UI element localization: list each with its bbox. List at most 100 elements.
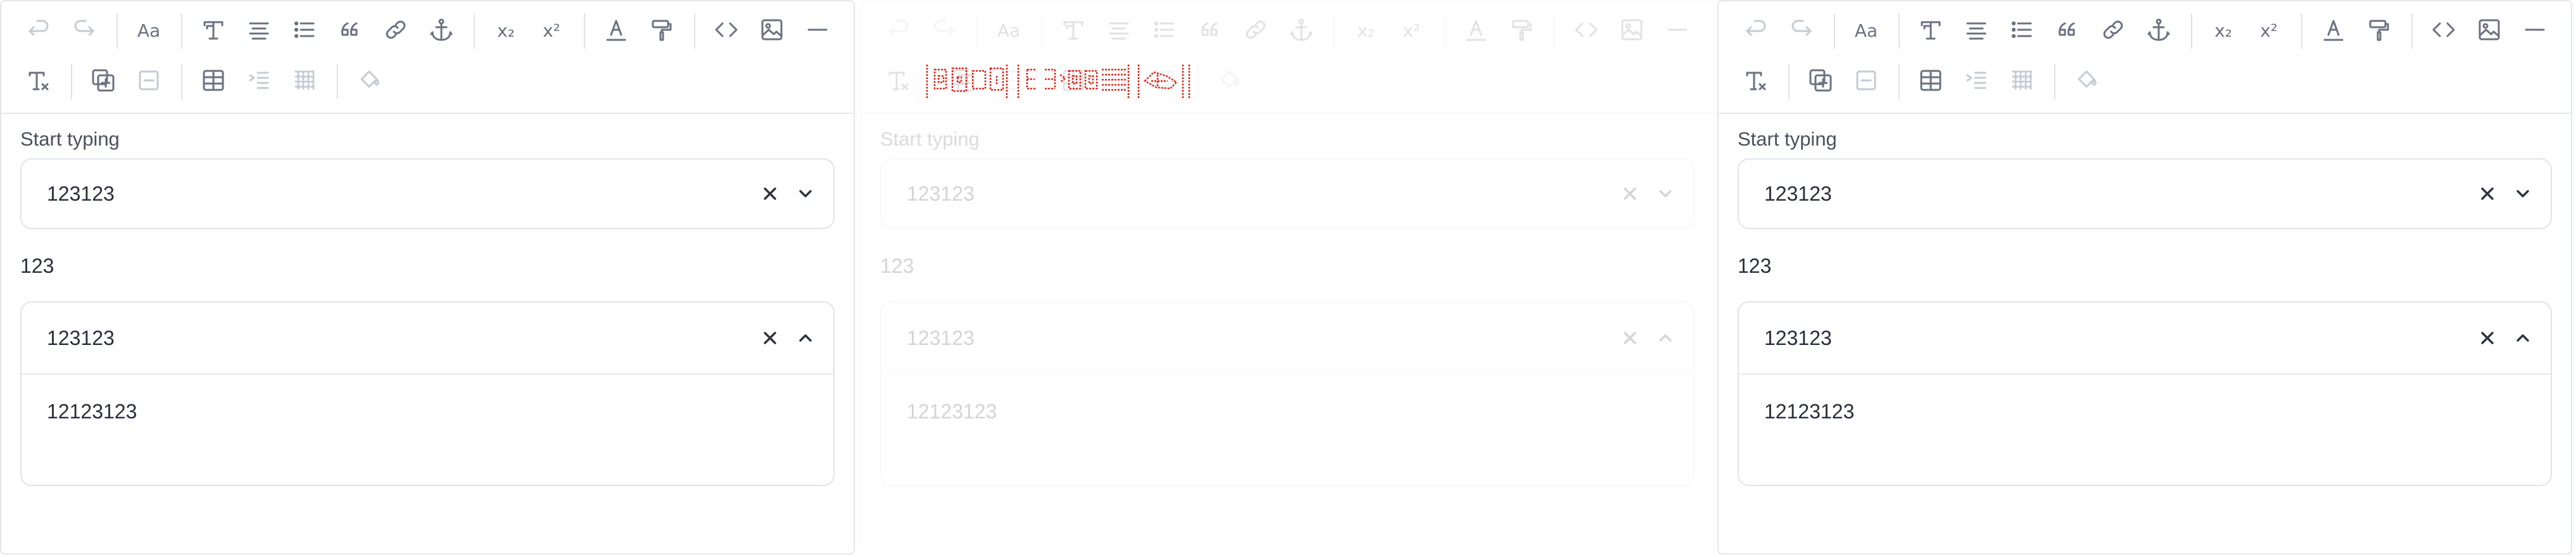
select-field-closed[interactable]: 123123 — [20, 158, 835, 229]
quote-button[interactable] — [333, 12, 367, 50]
toolbar-separator — [1444, 13, 1445, 49]
link-button[interactable] — [379, 12, 413, 50]
chevron-up-icon[interactable] — [2513, 328, 2533, 348]
select-field-closed[interactable]: 123123 — [880, 158, 1695, 229]
clear-icon[interactable] — [1620, 184, 1640, 204]
select-field-closed[interactable]: 123123 — [1738, 158, 2552, 229]
editor-content: Start typing 123123 123 123123 12123123 — [20, 125, 835, 486]
paint-roller-button[interactable] — [645, 12, 679, 50]
undo-button[interactable] — [22, 12, 56, 50]
bullet-list-button[interactable] — [287, 12, 322, 50]
toolbar: Aa x₂ x² — [1, 1, 854, 114]
quote-button[interactable] — [1193, 12, 1227, 50]
horizontal-rule-button[interactable] — [1660, 12, 1695, 50]
link-button[interactable] — [1239, 12, 1273, 50]
chevron-up-icon[interactable] — [795, 328, 816, 348]
clear-icon[interactable] — [2477, 184, 2497, 204]
toolbar-separator — [1041, 13, 1042, 49]
editor-content: Start typing 123123 123 123123 12123123 — [880, 125, 1695, 486]
redo-button[interactable] — [927, 12, 961, 50]
code-button[interactable] — [1569, 12, 1603, 50]
code-button[interactable] — [2427, 12, 2461, 50]
font-size-button[interactable]: Aa — [1849, 12, 1883, 50]
table-button[interactable] — [196, 63, 230, 101]
toolbar: Aa x₂ x² — [1719, 1, 2571, 114]
align-button[interactable] — [1102, 12, 1136, 50]
text-style-button[interactable] — [196, 12, 230, 50]
code-icon — [2430, 16, 2458, 47]
font-size-button[interactable]: Aa — [992, 12, 1026, 50]
table-grid-button[interactable] — [287, 63, 322, 101]
select-field-open[interactable]: 123123 12123123 — [1738, 301, 2552, 486]
select-head[interactable]: 123123 — [881, 303, 1693, 375]
select-field-open[interactable]: 123123 12123123 — [880, 301, 1695, 486]
image-button[interactable] — [2472, 12, 2506, 50]
clear-icon[interactable] — [1620, 328, 1640, 348]
align-button[interactable] — [242, 12, 276, 50]
align-button[interactable] — [1959, 12, 1993, 50]
subscript-button[interactable]: x₂ — [489, 12, 523, 50]
anchor-button[interactable] — [1284, 12, 1318, 50]
dropdown-option[interactable]: 12123123 — [1764, 396, 1854, 427]
redo-button[interactable] — [67, 12, 101, 50]
clear-format-button[interactable] — [1739, 63, 1773, 101]
text-color-button[interactable] — [2316, 12, 2351, 50]
redo-button[interactable] — [1784, 12, 1819, 50]
paint-roller-button[interactable] — [2362, 12, 2396, 50]
undo-button[interactable] — [1739, 12, 1773, 50]
add-block-button[interactable] — [86, 63, 120, 101]
chevron-up-icon[interactable] — [1655, 328, 1676, 348]
horizontal-rule-icon — [2521, 16, 2549, 47]
toolbar-separator — [2301, 13, 2302, 49]
quote-button[interactable] — [2050, 12, 2085, 50]
text-color-button[interactable] — [1459, 12, 1493, 50]
dropdown-option[interactable]: 12123123 — [47, 396, 137, 427]
remove-block-button[interactable] — [132, 63, 166, 101]
image-icon — [2475, 16, 2503, 47]
select-head[interactable]: 123123 — [22, 303, 833, 375]
clear-icon[interactable] — [760, 328, 780, 348]
indent-button[interactable] — [1959, 63, 1993, 101]
subscript-button[interactable]: x₂ — [1349, 12, 1383, 50]
image-button[interactable] — [1615, 12, 1649, 50]
select-head[interactable]: 123123 — [1739, 303, 2551, 375]
chevron-down-icon[interactable] — [1655, 184, 1676, 204]
image-button[interactable] — [755, 12, 789, 50]
remove-block-button[interactable] — [1849, 63, 1883, 101]
undo-button[interactable] — [881, 12, 916, 50]
superscript-button[interactable]: x² — [534, 12, 569, 50]
link-button[interactable] — [2096, 12, 2130, 50]
add-block-button[interactable] — [1803, 63, 1838, 101]
horizontal-rule-button[interactable] — [800, 12, 835, 50]
paint-roller-icon — [1508, 16, 1536, 47]
clear-format-button[interactable] — [22, 63, 56, 101]
bullet-list-button[interactable] — [1147, 12, 1182, 50]
font-size-button[interactable]: Aa — [132, 12, 166, 50]
table-button[interactable] — [1914, 63, 1948, 101]
table-grid-button[interactable] — [2005, 63, 2039, 101]
clear-icon[interactable] — [2477, 328, 2497, 348]
text-style-button[interactable] — [1056, 12, 1090, 50]
subscript-button[interactable]: x₂ — [2206, 12, 2240, 50]
chevron-down-icon[interactable] — [2513, 184, 2533, 204]
dropdown-option[interactable]: 12123123 — [907, 396, 997, 427]
clear-format-button[interactable] — [881, 63, 916, 101]
bullet-list-button[interactable] — [2005, 12, 2039, 50]
fill-color-button[interactable] — [2069, 63, 2104, 101]
text-color-button[interactable] — [599, 12, 633, 50]
select-field-open[interactable]: 123123 12123123 — [20, 301, 835, 486]
anchor-button[interactable] — [424, 12, 458, 50]
fill-color-button[interactable] — [352, 63, 386, 101]
indent-button[interactable] — [242, 63, 276, 101]
chevron-down-icon[interactable] — [795, 184, 816, 204]
paint-roller-button[interactable] — [1505, 12, 1539, 50]
superscript-button[interactable]: x² — [2252, 12, 2286, 50]
text-style-button[interactable] — [1914, 12, 1948, 50]
indent-icon — [245, 66, 273, 97]
horizontal-rule-button[interactable] — [2518, 12, 2552, 50]
clear-icon[interactable] — [760, 184, 780, 204]
fill-color-icon — [355, 66, 383, 97]
superscript-button[interactable]: x² — [1394, 12, 1429, 50]
code-button[interactable] — [709, 12, 743, 50]
anchor-button[interactable] — [2142, 12, 2176, 50]
